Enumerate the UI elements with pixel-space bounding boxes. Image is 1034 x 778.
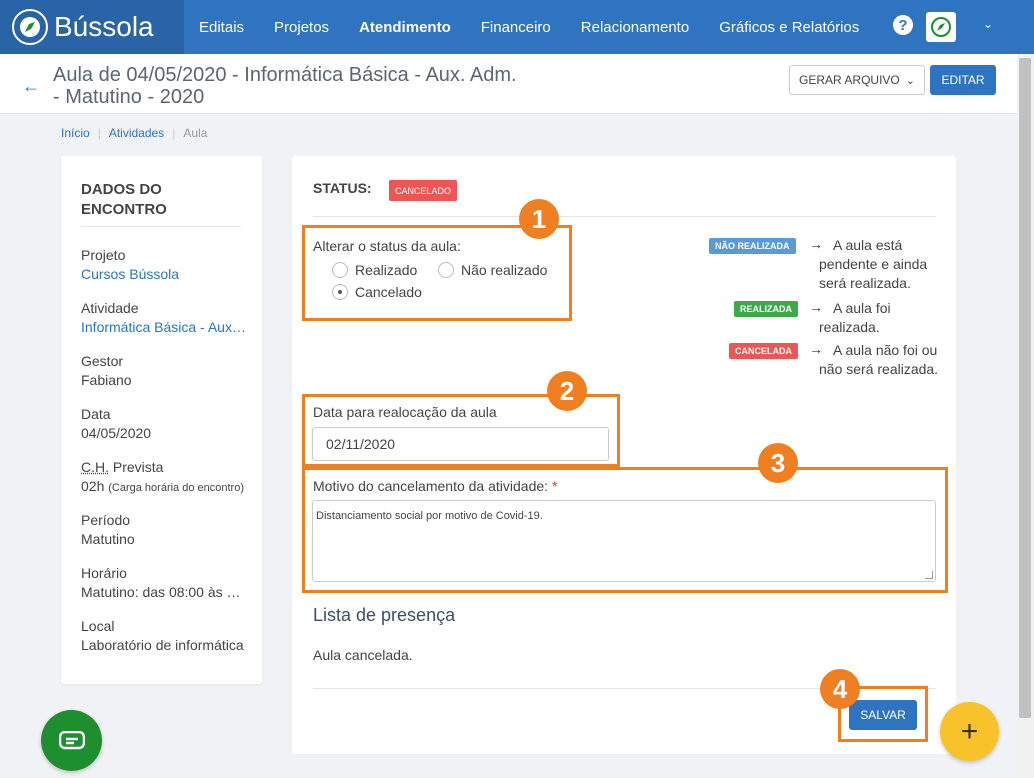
- page-scrollbar[interactable]: [1017, 54, 1034, 778]
- page-title: Aula de 04/05/2020 - Informática Básica …: [53, 64, 517, 108]
- generate-file-button[interactable]: GERAR ARQUIVO ⌄: [789, 65, 925, 95]
- ch-abbr: C.H.: [81, 459, 109, 475]
- field-label: Gestor: [81, 353, 124, 369]
- top-navbar: Bússola Editais Projetos Atendimento Fin…: [0, 0, 1034, 54]
- breadcrumb-separator: |: [172, 126, 176, 140]
- field-local: Local Laboratório de informática: [81, 617, 246, 655]
- legend-badge-realizada: REALIZADA: [734, 301, 798, 317]
- annotation-number-3: 3: [758, 443, 798, 483]
- field-label: Local: [81, 618, 115, 634]
- breadcrumb: Início | Atividades | Aula: [61, 126, 207, 140]
- chevron-down-icon: ⌄: [905, 74, 915, 87]
- annotation-number-4: 4: [820, 669, 860, 709]
- back-arrow-icon[interactable]: ←: [22, 76, 40, 97]
- nav-item-financeiro[interactable]: Financeiro: [481, 19, 551, 36]
- annotation-box-1: [302, 225, 572, 321]
- scrollbar-thumb[interactable]: [1019, 58, 1031, 718]
- field-projeto: Projeto Cursos Bússola: [81, 246, 246, 284]
- field-value: Matutino: das 08:00 às 10:00: [81, 584, 246, 600]
- help-icon[interactable]: ?: [893, 15, 913, 35]
- field-gestor: Gestor Fabiano: [81, 352, 246, 390]
- breadcrumb-current: Aula: [183, 126, 208, 140]
- field-data: Data 04/05/2020: [81, 405, 246, 443]
- meeting-data-card: DADOS DO ENCONTRO Projeto Cursos Bússola…: [61, 156, 262, 684]
- field-value: 04/05/2020: [81, 425, 152, 441]
- nav-item-graficos[interactable]: Gráficos e Relatórios: [719, 19, 859, 36]
- brand[interactable]: Bússola: [0, 0, 184, 54]
- field-atividade: Atividade Informática Básica - Aux. Adm.: [81, 299, 246, 337]
- chat-button[interactable]: [41, 710, 102, 771]
- field-label: Período: [81, 512, 131, 528]
- divider: [313, 216, 936, 217]
- field-label: Data: [81, 406, 111, 422]
- field-label: C.H. Prevista: [81, 458, 246, 477]
- annotation-number-2: 2: [547, 371, 587, 411]
- generate-file-label: GERAR ARQUIVO: [799, 73, 900, 87]
- edit-button[interactable]: EDITAR: [930, 65, 996, 95]
- nav-item-projetos[interactable]: Projetos: [274, 19, 329, 36]
- field-value: Matutino: [81, 531, 135, 547]
- field-label: Atividade: [81, 300, 139, 316]
- legend-text-cancelada: A aula não foi ou não será realizada.: [819, 342, 939, 377]
- annotation-box-3: [302, 467, 948, 593]
- ch-label-rest: Prevista: [109, 459, 164, 475]
- add-button[interactable]: +: [940, 702, 999, 761]
- legend-text-nao-realizada: A aula está pendente e ainda será realiz…: [819, 237, 928, 291]
- chevron-down-icon[interactable]: ⌄: [983, 17, 993, 31]
- breadcrumb-inicio[interactable]: Início: [61, 126, 90, 140]
- legend-text-realizada: A aula foi realizada.: [819, 300, 891, 335]
- legend-badge-nao-realizada: NÃO REALIZADA: [709, 238, 796, 254]
- field-value: Laboratório de informática: [81, 637, 244, 653]
- avatar[interactable]: [926, 12, 956, 42]
- field-ch-prevista: C.H. Prevista 02h (Carga horária do enco…: [81, 458, 246, 498]
- field-horario: Horário Matutino: das 08:00 às 10:00: [81, 564, 246, 602]
- meeting-data-title: DADOS DO ENCONTRO: [81, 180, 241, 227]
- nav-item-relacionamento[interactable]: Relacionamento: [581, 19, 689, 36]
- attendance-title: Lista de presença: [313, 605, 456, 625]
- compass-icon: [12, 9, 48, 45]
- status-badge: CANCELADO: [389, 180, 458, 201]
- activity-link[interactable]: Informática Básica - Aux. Adm.: [81, 318, 246, 337]
- compass-avatar-icon: [931, 17, 951, 37]
- project-link[interactable]: Cursos Bússola: [81, 265, 246, 284]
- main-nav: Editais Projetos Atendimento Financeiro …: [199, 0, 889, 54]
- field-periodo: Período Matutino: [81, 511, 246, 549]
- breadcrumb-separator: |: [97, 126, 101, 140]
- status-label: STATUS:: [313, 180, 372, 196]
- field-label: Projeto: [81, 247, 126, 263]
- chat-icon: [58, 730, 85, 749]
- nav-item-atendimento[interactable]: Atendimento: [359, 19, 451, 36]
- nav-item-editais[interactable]: Editais: [199, 19, 244, 36]
- field-value: Fabiano: [81, 372, 132, 388]
- ch-note: (Carga horária do encontro): [108, 482, 244, 494]
- brand-name: Bússola: [54, 11, 154, 42]
- annotation-number-1: 1: [519, 199, 559, 239]
- field-value: 02h (Carga horária do encontro): [81, 477, 246, 498]
- attendance-text: Aula cancelada.: [313, 647, 413, 663]
- ch-value: 02h: [81, 478, 105, 494]
- breadcrumb-atividades[interactable]: Atividades: [109, 126, 164, 140]
- field-label: Horário: [81, 565, 127, 581]
- legend-badge-cancelada: CANCELADA: [729, 343, 798, 359]
